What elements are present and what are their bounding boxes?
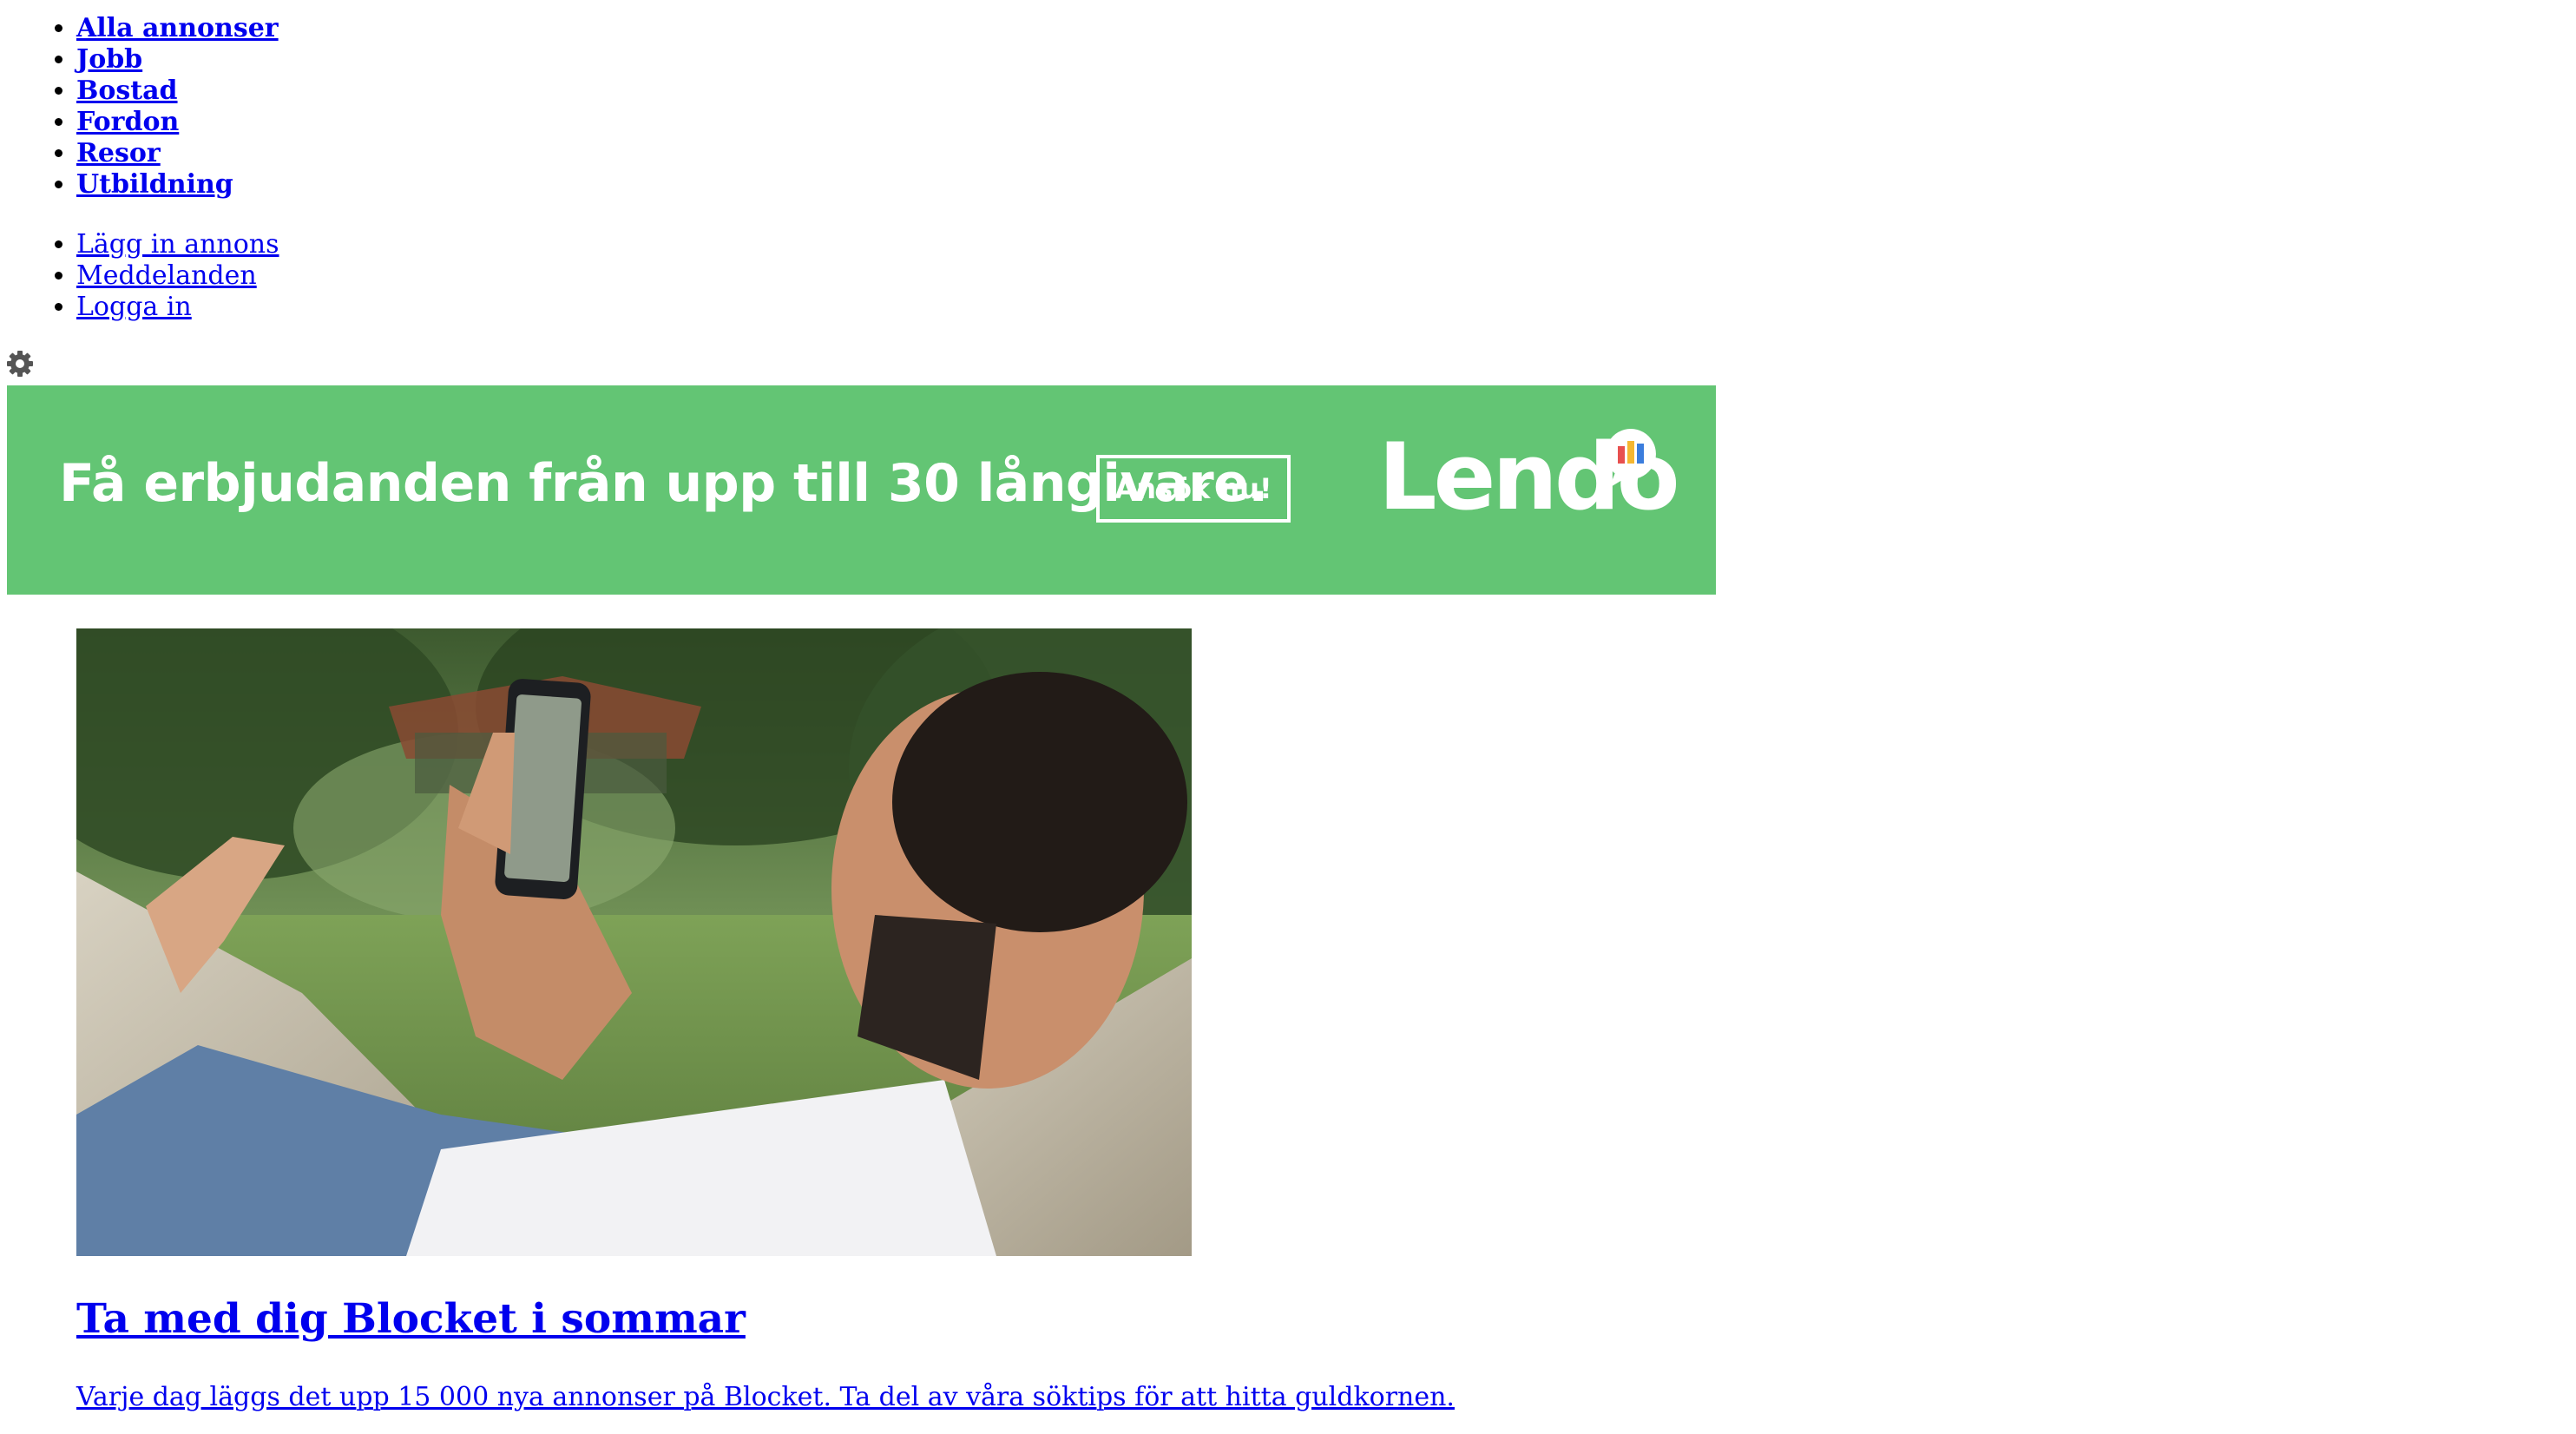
- promo-image[interactable]: [76, 628, 1192, 1256]
- banner-headline: Få erbjudanden från upp till 30 långivar…: [59, 453, 1268, 514]
- promo-title-link[interactable]: Ta med dig Blocket i sommar: [76, 1293, 746, 1345]
- hammock-phone-photo: [76, 628, 1192, 1256]
- ad-banner[interactable]: Få erbjudanden från upp till 30 långivar…: [7, 385, 1716, 595]
- user-nav-item: Meddelanden: [76, 260, 279, 292]
- gear-icon[interactable]: [6, 350, 34, 378]
- category-link-jobb[interactable]: Jobb: [76, 44, 142, 75]
- category-nav: Alla annonser Jobb Bostad Fordon Resor U…: [0, 13, 279, 201]
- category-item: Resor: [76, 138, 279, 169]
- category-link-resor[interactable]: Resor: [76, 138, 161, 168]
- user-nav: Lägg in annons Meddelanden Logga in: [0, 229, 279, 323]
- messages-link[interactable]: Meddelanden: [76, 260, 257, 291]
- login-link[interactable]: Logga in: [76, 292, 192, 322]
- category-item: Bostad: [76, 76, 279, 107]
- apply-now-button[interactable]: Ansök nu!: [1096, 455, 1291, 523]
- category-item: Alla annonser: [76, 13, 279, 44]
- lendo-logo-badge-icon: [1605, 429, 1656, 488]
- category-link-fordon[interactable]: Fordon: [76, 107, 179, 137]
- category-link-utbildning[interactable]: Utbildning: [76, 169, 233, 200]
- category-item: Jobb: [76, 44, 279, 76]
- post-ad-link[interactable]: Lägg in annons: [76, 229, 279, 260]
- category-link-alla-annonser[interactable]: Alla annonser: [76, 13, 279, 43]
- category-item: Utbildning: [76, 169, 279, 201]
- category-item: Fordon: [76, 107, 279, 138]
- promo-description-link[interactable]: Varje dag läggs det upp 15 000 nya annon…: [76, 1380, 1455, 1415]
- category-link-bostad[interactable]: Bostad: [76, 76, 178, 106]
- user-nav-item: Logga in: [76, 292, 279, 323]
- user-nav-item: Lägg in annons: [76, 229, 279, 260]
